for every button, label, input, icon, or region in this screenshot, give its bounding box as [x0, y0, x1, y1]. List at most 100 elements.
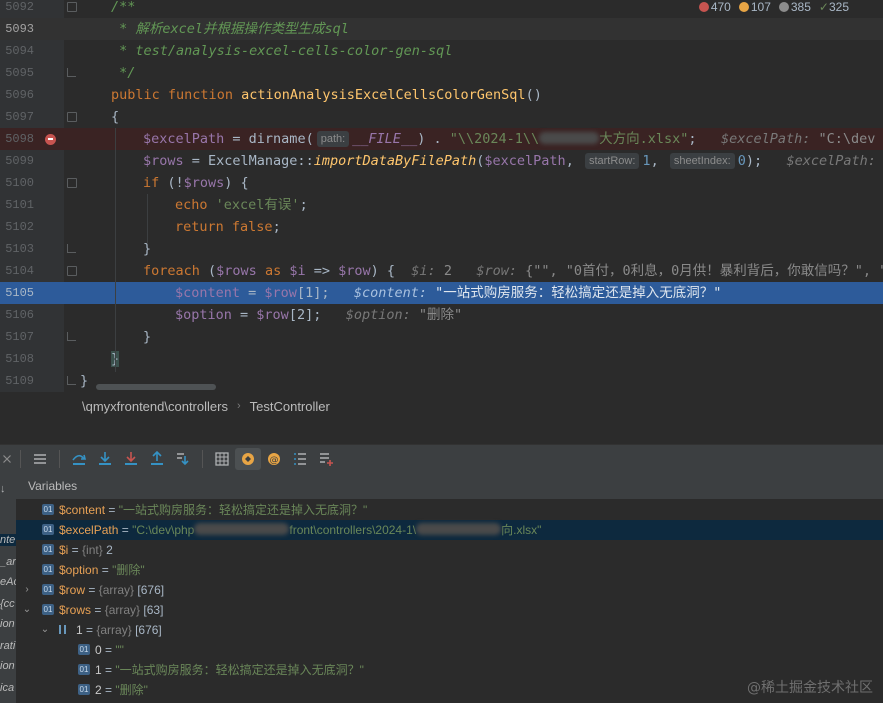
- variables-panel: Variables 01 $content = "一站式购房服务：轻松搞定还是掉…: [16, 473, 883, 703]
- line-number: 5093: [5, 22, 34, 36]
- param-hint: startRow:: [584, 153, 640, 169]
- punctuation: ;: [688, 131, 697, 147]
- code-line[interactable]: 5100 if (!$rows) {: [0, 172, 883, 194]
- close-icon[interactable]: [0, 448, 14, 470]
- primitive-badge-icon: 01: [42, 504, 54, 515]
- constant: __FILE__: [352, 131, 418, 147]
- fold-icon[interactable]: [67, 178, 77, 188]
- variable-row[interactable]: ⌄ 01 $rows = {array} [63]: [16, 600, 883, 620]
- inline-debug-value: $option: "删除": [345, 307, 463, 323]
- force-step-into-icon[interactable]: [118, 448, 144, 470]
- watermark: @稀土掘金技术社区: [747, 680, 873, 696]
- primitive-badge-icon: 01: [78, 644, 90, 655]
- arrow-down-icon[interactable]: ↓: [0, 483, 16, 495]
- variable-value: [676]: [137, 583, 165, 597]
- code-editor[interactable]: 470 107 385 ✓325 5092 /** 5093 * 解析excel…: [0, 0, 883, 392]
- code-line[interactable]: 5094 * test/analysis-excel-cells-color-g…: [0, 40, 883, 62]
- variable-row-selected[interactable]: 01 $excelPath = "C:\dev\php front\control…: [16, 520, 883, 540]
- code-line[interactable]: 5107 }: [0, 326, 883, 348]
- variable-name: $option: [59, 563, 99, 577]
- list-icon[interactable]: [287, 448, 313, 470]
- fold-icon[interactable]: [67, 112, 77, 122]
- code-line[interactable]: 5104 foreach ($rows as $i => $row) { $i:…: [0, 260, 883, 282]
- string: 'excel有误': [215, 197, 300, 213]
- punctuation: ,: [565, 153, 582, 169]
- frame-label[interactable]: ica: [0, 682, 16, 694]
- frame-label[interactable]: ion: [0, 618, 16, 630]
- code-line[interactable]: 5099 $rows = ExcelManage::importDataByFi…: [0, 150, 883, 172]
- code-line-breakpoint[interactable]: 5098 $excelPath = dirname(path: __FILE__)…: [0, 128, 883, 150]
- punctuation: (): [525, 87, 542, 103]
- doc-comment: /**: [111, 0, 136, 15]
- code-line[interactable]: 5101 echo 'excel有误';: [0, 194, 883, 216]
- frame-label[interactable]: nte: [0, 534, 16, 546]
- code-line[interactable]: 5095 */: [0, 62, 883, 84]
- line-number: 5108: [5, 352, 34, 366]
- code-line[interactable]: 5092 /**: [0, 0, 883, 18]
- variable-row[interactable]: › 01 $row = {array} [676]: [16, 580, 883, 600]
- horizontal-scrollbar[interactable]: [96, 384, 216, 390]
- variable-row[interactable]: 01 $i = {int} 2: [16, 540, 883, 560]
- at-sign-icon[interactable]: @: [261, 448, 287, 470]
- punctuation: ,: [650, 153, 667, 169]
- frame-label[interactable]: ion: [0, 660, 16, 672]
- breadcrumb-separator: ›: [236, 400, 241, 412]
- variable-type: {array}: [98, 583, 135, 597]
- variable-row[interactable]: 01 $option = "删除": [16, 560, 883, 580]
- code-line-current[interactable]: 5093 * 解析excel并根据操作类型生成sql: [0, 18, 883, 40]
- param-hint: sheetIndex:: [669, 153, 735, 169]
- fold-end-icon[interactable]: [67, 332, 76, 341]
- variable-row[interactable]: 01 $content = "一站式购房服务：轻松搞定还是掉入无底洞？": [16, 500, 883, 520]
- frames-panel-edge[interactable]: ↓ nte _ar eAc {cc ion rati ion ica: [0, 473, 16, 703]
- line-number: 5105: [5, 286, 34, 300]
- frame-label[interactable]: _ar: [0, 556, 16, 568]
- operator: =: [183, 153, 209, 169]
- code-line[interactable]: 5097 {: [0, 106, 883, 128]
- punctuation: }: [143, 329, 152, 345]
- operator: =: [240, 285, 265, 301]
- line-number: 5095: [5, 66, 34, 80]
- add-watch-icon[interactable]: [313, 448, 339, 470]
- variable-type: {array}: [104, 603, 141, 617]
- expand-arrow-icon[interactable]: ›: [22, 580, 32, 600]
- breadcrumb-class[interactable]: TestController: [250, 399, 330, 414]
- step-into-icon[interactable]: [92, 448, 118, 470]
- step-over-icon[interactable]: [66, 448, 92, 470]
- code-line-execution-point[interactable]: 5105 $content = $row[1]; $content: "一站式购…: [0, 282, 883, 304]
- code-line[interactable]: 5108 }: [0, 348, 883, 370]
- operator: =>: [305, 263, 339, 279]
- variable-row[interactable]: ⌄ 1 = {array} [676]: [16, 620, 883, 640]
- breadcrumb-namespace[interactable]: \qmyxfrontend\controllers: [82, 399, 228, 414]
- collapse-arrow-icon[interactable]: ⌄: [22, 600, 32, 620]
- variable: $excelPath: [143, 131, 225, 147]
- breakpoint-icon[interactable]: [45, 134, 56, 145]
- watches-toggle-icon[interactable]: [235, 448, 261, 470]
- code-line[interactable]: 5106 $option = $row[2]; $option: "删除": [0, 304, 883, 326]
- fold-end-icon[interactable]: [67, 68, 76, 77]
- evaluate-expression-icon[interactable]: [209, 448, 235, 470]
- static-method: importDataByFilePath: [313, 153, 477, 169]
- fold-icon[interactable]: [67, 2, 77, 12]
- debug-toolbar: @: [0, 445, 883, 473]
- code-line[interactable]: 5103 }: [0, 238, 883, 260]
- menu-icon[interactable]: [27, 448, 53, 470]
- primitive-badge-icon: 01: [42, 564, 54, 575]
- variable-value: "一站式购房服务：轻松搞定还是掉入无底洞？": [115, 663, 364, 677]
- collapse-arrow-icon[interactable]: ⌄: [40, 620, 50, 640]
- code-line[interactable]: 5102 return false;: [0, 216, 883, 238]
- frame-label[interactable]: {cc: [0, 598, 16, 610]
- fold-end-icon[interactable]: [67, 376, 76, 385]
- step-out-icon[interactable]: [144, 448, 170, 470]
- punctuation: ;: [272, 219, 281, 235]
- fold-end-icon[interactable]: [67, 244, 76, 253]
- string: 大方向.xlsx": [599, 131, 689, 147]
- frame-label[interactable]: rati: [0, 640, 16, 652]
- variable-name: 0: [95, 643, 102, 657]
- frame-label[interactable]: eAc: [0, 576, 16, 588]
- variable-value: "删除": [112, 563, 145, 577]
- run-to-cursor-icon[interactable]: [170, 448, 196, 470]
- number: 0: [737, 153, 746, 169]
- code-line[interactable]: 5096 public function actionAnalysisExcel…: [0, 84, 883, 106]
- variable-row[interactable]: 01 0 = "": [16, 640, 883, 660]
- fold-icon[interactable]: [67, 266, 77, 276]
